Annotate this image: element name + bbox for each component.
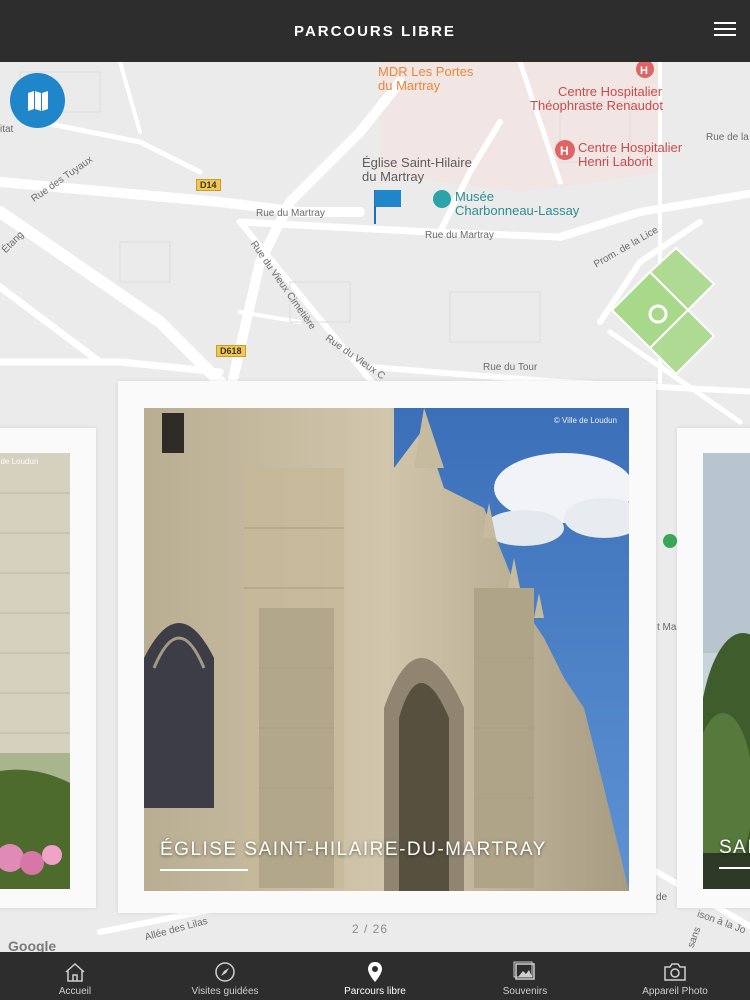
card-photo: SAI [703,453,750,889]
photos-icon [513,960,537,984]
nav-label: Souvenirs [502,986,548,997]
map-book-icon [27,90,48,111]
poi-label: du Martray [362,169,425,184]
street-label: Rue du Martray [425,230,494,241]
card-title: SAI [719,837,750,858]
nav-item-appareil[interactable]: Appareil Photo [600,952,750,1000]
poi-label: MDR Les Portes [378,64,474,79]
bottom-nav: Accueil Visites guidées Parcours libre S… [0,952,750,1000]
street-label: de [656,892,668,903]
home-icon [63,960,87,984]
card-photo: le de Loudun [0,453,70,889]
street-label: itat [0,124,14,135]
camera-icon [663,960,687,984]
page-title: PARCOURS LIBRE [294,22,456,40]
poi-label: du Martray [378,78,441,93]
place-card-next[interactable]: SAI [677,428,750,908]
card-photo: © Ville de Loudun ÉGLISE SAINT-HILAIRE-D… [144,408,629,891]
road-badge: D618 [216,345,246,357]
road-badge: D14 [196,179,221,191]
poi-label: Henri Laborit [578,154,653,169]
nav-label: Appareil Photo [642,986,708,997]
nav-item-souvenirs[interactable]: Souvenirs [450,952,600,1000]
compass-icon [213,960,237,984]
map-book-button[interactable] [10,73,65,128]
nav-item-visites[interactable]: Visites guidées [150,952,300,1000]
street-label: Rue de la [706,132,749,143]
poi-label: Théophraste Renaudot [530,98,663,113]
nav-label: Visites guidées [191,986,259,997]
title-underline [160,869,248,871]
nav-label: Parcours libre [344,986,406,997]
poi-label: Charbonneau-Lassay [455,203,580,218]
nav-label: Accueil [58,986,92,997]
poi-label: Église Saint-Hilaire [362,155,472,170]
map-pin-icon [363,960,387,984]
street-label: Rue du Martray [256,208,325,219]
svg-text:H: H [560,144,569,158]
card-pager: 2 / 26 [352,922,389,936]
nav-item-accueil[interactable]: Accueil [0,952,150,1000]
card-title: ÉGLISE SAINT-HILAIRE-DU-MARTRAY [160,839,547,860]
title-underline [719,867,750,869]
poi-label: Centre Hospitalier [558,84,663,99]
poi-label: Centre Hospitalier [578,140,683,155]
place-card-previous[interactable]: le de Loudun [0,428,96,908]
poi-label: Musée [455,189,495,204]
photo-credit: le de Loudun [0,457,39,466]
hamburger-menu-icon[interactable] [714,22,736,38]
header-bar: PARCOURS LIBRE [0,0,750,62]
street-label: t Ma [657,622,677,633]
place-card-current[interactable]: © Ville de Loudun ÉGLISE SAINT-HILAIRE-D… [118,381,656,913]
nav-item-parcours[interactable]: Parcours libre [300,952,450,1000]
photo-credit: © Ville de Loudun [553,416,617,425]
svg-text:H: H [640,65,648,77]
street-label: Rue du Tour [483,362,538,373]
